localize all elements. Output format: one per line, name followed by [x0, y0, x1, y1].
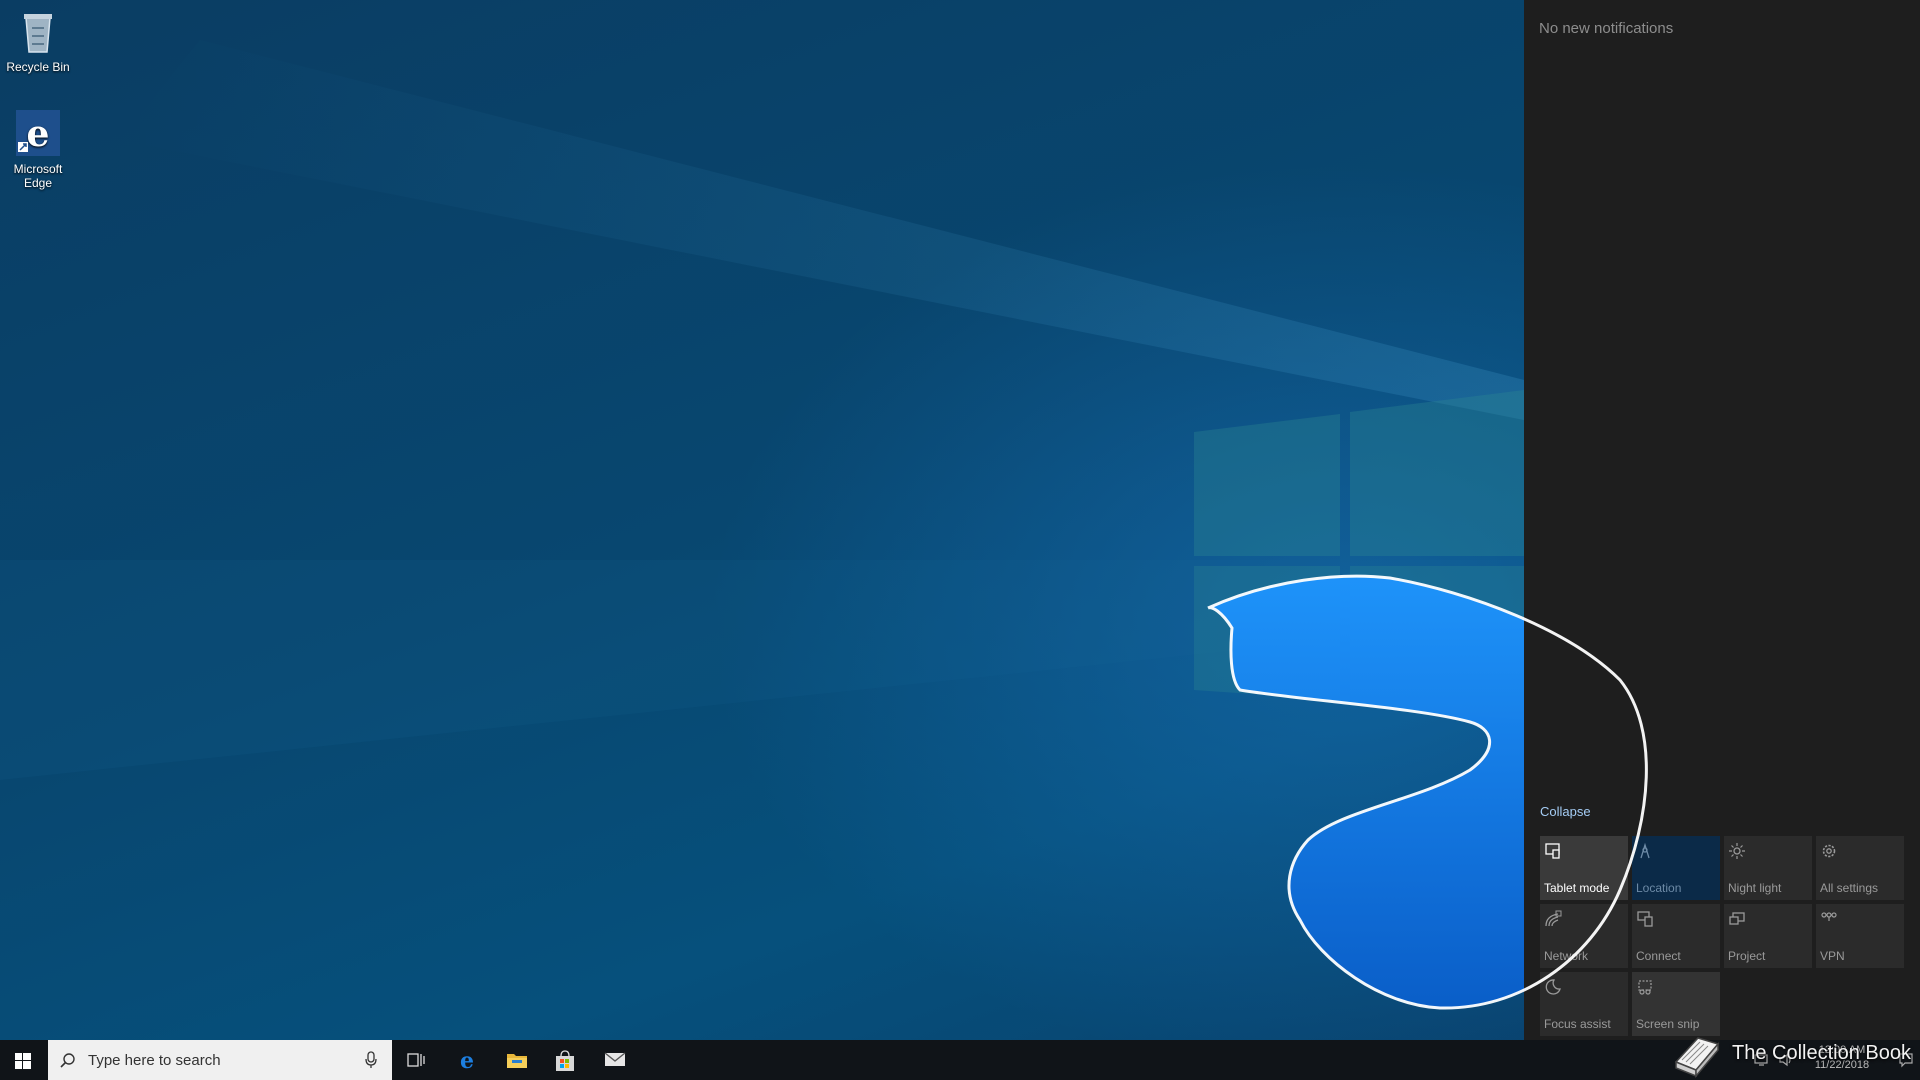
quick-action-label: VPN [1820, 949, 1845, 963]
microphone-icon[interactable] [364, 1051, 378, 1069]
clock-time: 12:00 AM [1818, 1044, 1866, 1056]
quick-action-screen-snip[interactable]: Screen snip [1632, 972, 1720, 1036]
quick-action-tablet-mode[interactable]: Tablet mode [1540, 836, 1628, 900]
svg-text:e: e [27, 113, 50, 155]
quick-action-label: Night light [1728, 881, 1782, 895]
taskbar-edge[interactable]: e [442, 1040, 490, 1080]
desktop-icon-microsoft-edge[interactable]: e Microsoft Edge [6, 108, 70, 190]
quick-action-label: Network [1544, 949, 1589, 963]
clock-date: 11/22/2018 [1814, 1059, 1870, 1071]
task-view-icon [407, 1053, 425, 1067]
quick-action-focus-assist[interactable]: Focus assist [1540, 972, 1628, 1036]
taskbar: Type here to search e 12:00 AM 11/22/201… [0, 1040, 1920, 1080]
store-icon [556, 1050, 574, 1071]
quick-action-label: Focus assist [1544, 1017, 1611, 1031]
taskbar-mail[interactable] [590, 1040, 638, 1080]
location-icon [1640, 842, 1650, 859]
quick-action-location[interactable]: Location [1632, 836, 1720, 900]
task-view-button[interactable] [392, 1040, 440, 1080]
quick-action-vpn[interactable]: VPN [1816, 904, 1904, 968]
start-button[interactable] [0, 1040, 48, 1080]
screen-snip-icon [1638, 980, 1652, 995]
taskbar-clock[interactable]: 12:00 AM 11/22/2018 [1806, 1043, 1878, 1073]
mail-icon [604, 1052, 626, 1066]
search-icon [60, 1053, 75, 1068]
moon-icon [1545, 979, 1561, 995]
connect-icon [1637, 911, 1653, 927]
quick-action-label: All settings [1820, 881, 1879, 895]
network-tray-icon[interactable] [1754, 1052, 1770, 1068]
search-placeholder: Type here to search [88, 1052, 221, 1069]
taskbar-store[interactable] [540, 1040, 588, 1080]
quick-action-label: Screen snip [1636, 1017, 1700, 1031]
desktop-icon-label: Recycle Bin [6, 60, 70, 74]
project-icon [1729, 912, 1745, 925]
edge-icon: e [16, 110, 60, 156]
file-explorer-icon [507, 1054, 527, 1068]
quick-action-night-light[interactable]: Night light [1724, 836, 1812, 900]
network-icon [1545, 910, 1562, 927]
notification-center-icon[interactable] [1898, 1052, 1914, 1068]
quick-action-label: Connect [1636, 949, 1681, 963]
system-tray: 12:00 AM 11/22/2018 [1750, 1040, 1920, 1080]
gear-icon [1822, 844, 1836, 858]
recycle-bin-icon [24, 14, 52, 53]
taskbar-search-box[interactable]: Type here to search [48, 1040, 392, 1080]
quick-action-all-settings[interactable]: All settings [1816, 836, 1904, 900]
quick-action-label: Tablet mode [1544, 881, 1610, 895]
action-center-panel: No new notifications Collapse Tablet mod… [1524, 0, 1920, 1040]
collapse-link[interactable]: Collapse [1540, 804, 1591, 819]
quick-action-network[interactable]: Network [1540, 904, 1628, 968]
quick-action-project[interactable]: Project [1724, 904, 1812, 968]
quick-action-connect[interactable]: Connect [1632, 904, 1720, 968]
svg-text:e: e [460, 1050, 474, 1072]
volume-icon[interactable] [1778, 1052, 1794, 1068]
quick-action-label: Project [1728, 949, 1766, 963]
desktop-icon-label: Microsoft Edge [13, 162, 63, 190]
no-notifications-text: No new notifications [1539, 20, 1674, 37]
quick-action-label: Location [1636, 881, 1682, 895]
vpn-icon [1821, 912, 1837, 921]
night-light-icon [1729, 843, 1745, 859]
windows-logo-icon [15, 1053, 31, 1069]
edge-icon: e [460, 1050, 474, 1072]
desktop-icon-recycle-bin[interactable]: Recycle Bin [6, 8, 70, 74]
tablet-mode-icon [1545, 843, 1560, 859]
taskbar-file-explorer[interactable] [492, 1040, 540, 1080]
